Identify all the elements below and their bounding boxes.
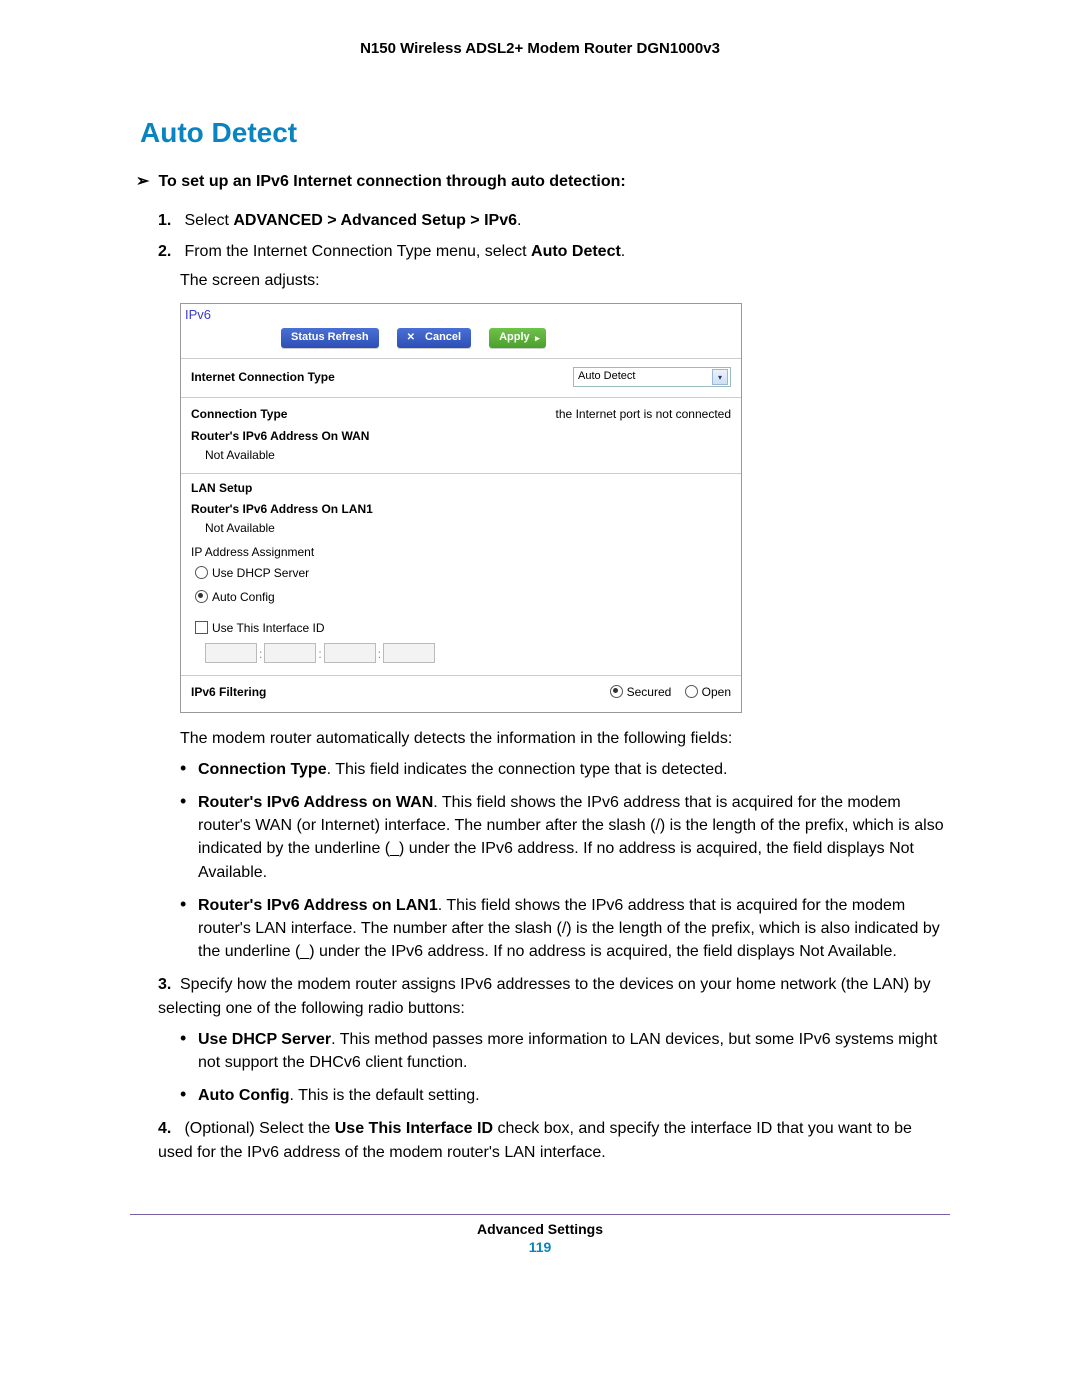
step2-sub: The screen adjusts: [180, 269, 950, 292]
radio-secured[interactable] [610, 685, 623, 698]
step-4: 4. (Optional) Select the Use This Interf… [158, 1117, 950, 1163]
ipv6-panel: IPv6 Status Refresh Cancel Apply Interne… [180, 303, 742, 713]
step2-a: From the Internet Connection Type menu, … [184, 243, 531, 260]
step1-prefix: Select [184, 212, 233, 229]
footer-rule [130, 1214, 950, 1215]
radio-auto[interactable] [195, 590, 208, 603]
iface-id-4[interactable] [383, 643, 435, 663]
bullet-conn-type-bold: Connection Type [198, 761, 327, 778]
step1-path: ADVANCED > Advanced Setup > IPv6 [233, 212, 517, 229]
radio-open[interactable] [685, 685, 698, 698]
checkbox-interface-id[interactable] [195, 621, 208, 634]
ip-assign-label: IP Address Assignment [191, 544, 731, 561]
step4-a: (Optional) Select the [184, 1120, 334, 1137]
bullet-conn-type: Connection Type. This field indicates th… [180, 758, 950, 781]
checkbox-interface-id-label: Use This Interface ID [212, 621, 325, 635]
bullet-auto: Auto Config. This is the default setting… [180, 1084, 950, 1107]
status-refresh-button[interactable]: Status Refresh [281, 328, 379, 348]
bullet-conn-type-text: . This field indicates the connection ty… [327, 761, 728, 778]
footer-title: Advanced Settings [130, 1221, 950, 1237]
after-panel-text: The modem router automatically detects t… [180, 727, 950, 750]
bullet-wan: Router's IPv6 Address on WAN. This field… [180, 791, 950, 884]
apply-button[interactable]: Apply [489, 328, 546, 348]
cancel-button[interactable]: Cancel [397, 328, 471, 348]
step-3: 3.Specify how the modem router assigns I… [158, 973, 950, 1107]
task-lead-text: To set up an IPv6 Internet connection th… [158, 173, 625, 190]
arrow-icon: ➢ [136, 171, 154, 191]
wan-label: Router's IPv6 Address On WAN [191, 428, 731, 445]
iface-id-1[interactable] [205, 643, 257, 663]
lan1-value: Not Available [205, 520, 731, 537]
bullet-lan-bold: Router's IPv6 Address on LAN1 [198, 897, 438, 914]
radio-dhcp-label: Use DHCP Server [212, 566, 309, 580]
conn-type-value: the Internet port is not connected [556, 406, 731, 423]
wan-value: Not Available [205, 447, 731, 464]
lan1-label: Router's IPv6 Address On LAN1 [191, 501, 731, 518]
step3-text: Specify how the modem router assigns IPv… [158, 976, 931, 1016]
bullet-dhcp-bold: Use DHCP Server [198, 1031, 331, 1048]
chevron-down-icon: ▾ [712, 369, 728, 385]
bullet-dhcp: Use DHCP Server. This method passes more… [180, 1028, 950, 1074]
step2-bold: Auto Detect [531, 243, 621, 260]
filtering-options: Secured Open [610, 684, 731, 701]
step2-b: . [621, 243, 625, 260]
panel-toolbar: Status Refresh Cancel Apply [181, 324, 741, 359]
ict-label: Internet Connection Type [191, 369, 335, 386]
iface-id-3[interactable] [324, 643, 376, 663]
radio-dhcp[interactable] [195, 566, 208, 579]
conn-type-label: Connection Type [191, 406, 287, 423]
filtering-label: IPv6 Filtering [191, 684, 266, 701]
radio-open-label: Open [702, 685, 731, 699]
panel-title: IPv6 [181, 304, 741, 325]
page-number: 119 [130, 1239, 950, 1255]
ict-value: Auto Detect [578, 369, 635, 385]
step1-suffix: . [517, 212, 521, 229]
task-lead: ➢ To set up an IPv6 Internet connection … [140, 171, 950, 191]
doc-header: N150 Wireless ADSL2+ Modem Router DGN100… [130, 40, 950, 57]
radio-secured-label: Secured [627, 685, 672, 699]
bullet-auto-text: . This is the default setting. [290, 1087, 480, 1104]
bullet-wan-bold: Router's IPv6 Address on WAN [198, 794, 433, 811]
step-2: 2. From the Internet Connection Type men… [158, 240, 950, 963]
ict-select[interactable]: Auto Detect ▾ [573, 367, 731, 387]
interface-id-fields: ::: [205, 643, 731, 663]
step-1: 1. Select ADVANCED > Advanced Setup > IP… [158, 209, 950, 232]
step4-bold: Use This Interface ID [335, 1120, 493, 1137]
lan-setup-label: LAN Setup [191, 480, 731, 497]
radio-auto-label: Auto Config [212, 590, 275, 604]
iface-id-2[interactable] [264, 643, 316, 663]
bullet-auto-bold: Auto Config [198, 1087, 290, 1104]
section-title: Auto Detect [130, 117, 950, 149]
bullet-lan: Router's IPv6 Address on LAN1. This fiel… [180, 894, 950, 964]
